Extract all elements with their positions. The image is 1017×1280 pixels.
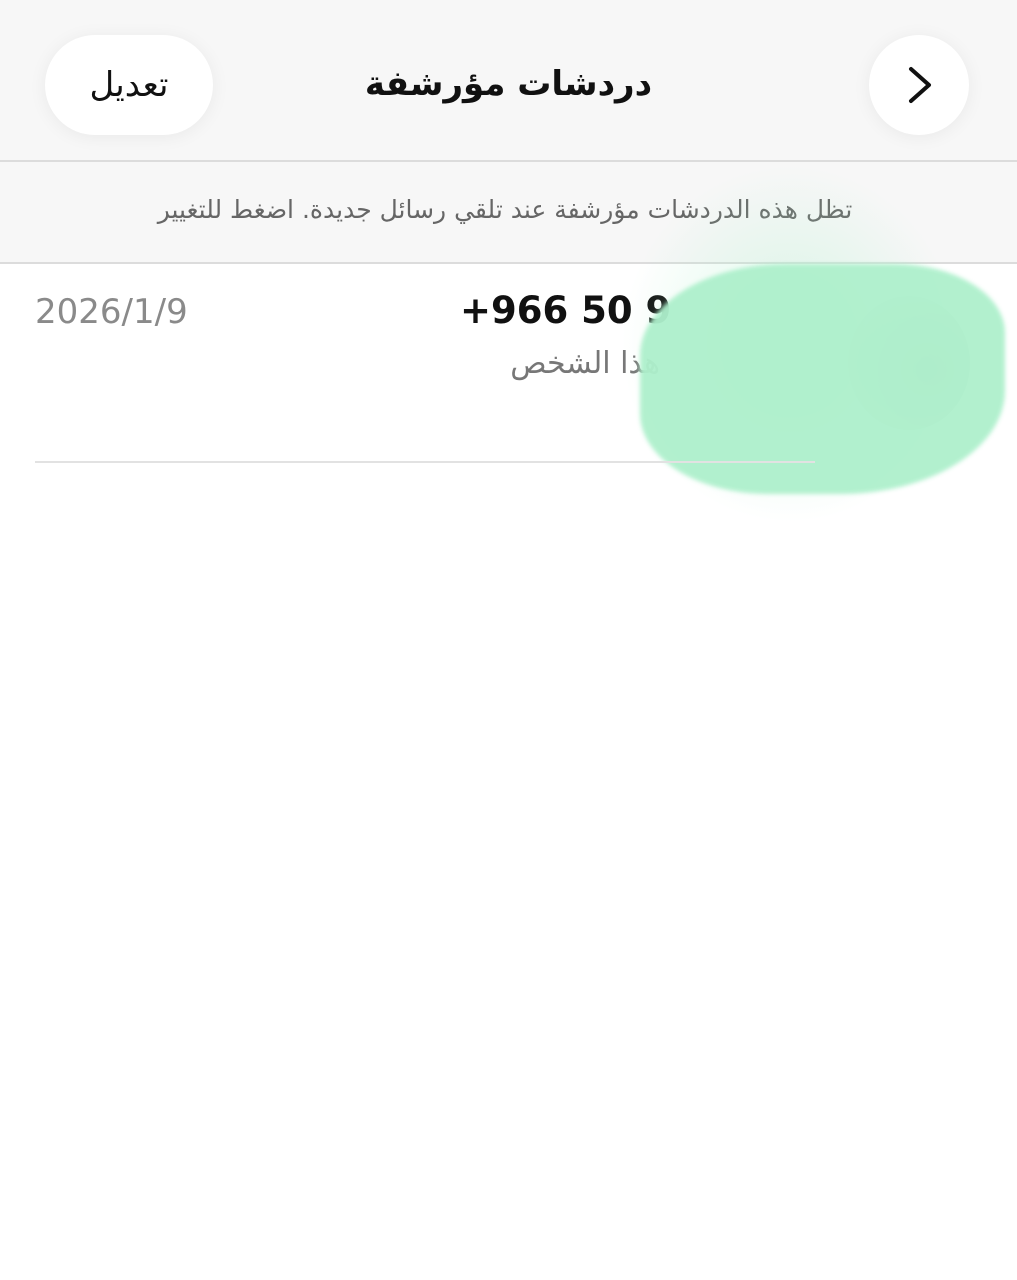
chat-preview: هذا الشخص <box>510 346 660 381</box>
row-divider <box>35 461 815 463</box>
chevron-right-icon <box>909 67 931 103</box>
chat-list-item[interactable]: 2026/1/9 +966 50 9 هذا الشخص <box>0 164 1017 524</box>
navigation-header: تعديل دردشات مؤرشفة <box>0 0 1017 162</box>
page-title: دردشات مؤرشفة <box>364 64 653 104</box>
back-button[interactable] <box>869 35 969 135</box>
archive-info-text: تظل هذه الدردشات مؤرشفة عند تلقي رسائل ج… <box>157 195 853 224</box>
edit-button[interactable]: تعديل <box>45 35 213 135</box>
redaction-mark <box>640 264 1005 494</box>
chat-name: +966 50 9 <box>460 289 672 332</box>
chat-date: 2026/1/9 <box>35 292 188 332</box>
archive-info-bar[interactable]: تظل هذه الدردشات مؤرشفة عند تلقي رسائل ج… <box>0 162 1017 264</box>
